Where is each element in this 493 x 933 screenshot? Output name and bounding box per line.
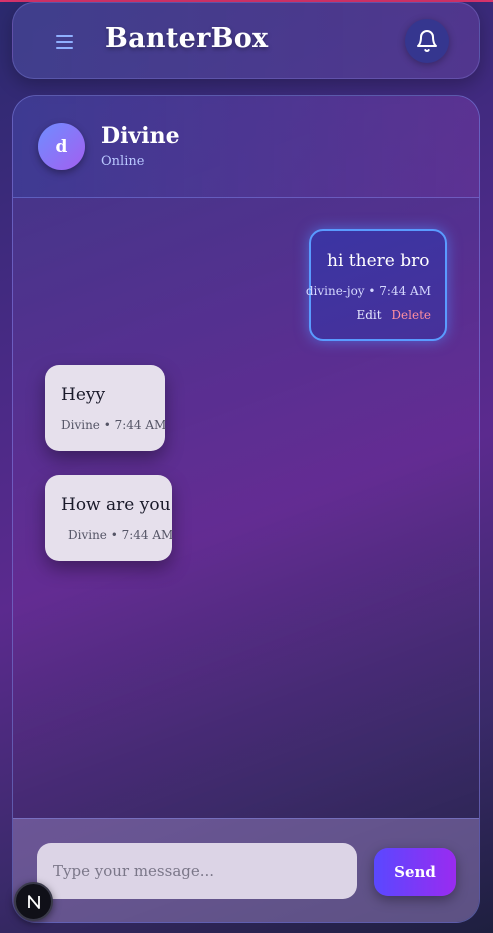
message-text: hi there bro (327, 251, 430, 271)
chat-header: d Divine Online (13, 96, 479, 198)
hamburger-menu-icon[interactable] (53, 33, 77, 53)
message-bubble-incoming: How are you Divine • 7:44 AM (45, 475, 174, 561)
message-text: How are you (61, 495, 171, 515)
delete-message-button[interactable]: Delete (391, 308, 431, 322)
message-input[interactable] (37, 843, 357, 899)
message-meta: Divine • 7:44 AM (61, 418, 167, 432)
message-bubble-outgoing: hi there bro divine-joy • 7:44 AM Edit D… (305, 229, 447, 341)
message-meta: Divine • 7:44 AM (68, 528, 174, 542)
message-composer: Send (13, 818, 479, 922)
edit-message-button[interactable]: Edit (356, 308, 381, 322)
dev-tools-badge[interactable] (14, 882, 53, 921)
top-navbar: BanterBox (12, 2, 480, 79)
message-bubble-incoming: Heyy Divine • 7:44 AM (45, 365, 167, 451)
app-title: BanterBox (105, 23, 269, 54)
status-text: Online (101, 154, 145, 169)
notification-button[interactable] (405, 19, 449, 63)
message-meta: divine-joy • 7:44 AM (305, 284, 431, 298)
chat-panel: d Divine Online hi there bro divine-joy … (12, 95, 480, 923)
send-button[interactable]: Send (374, 848, 456, 896)
bell-icon (417, 30, 437, 52)
nextjs-logo-icon (27, 894, 40, 909)
message-actions: Edit Delete (356, 308, 431, 322)
message-text: Heyy (61, 385, 106, 405)
message-list[interactable]: hi there bro divine-joy • 7:44 AM Edit D… (13, 198, 479, 818)
contact-name: Divine (101, 123, 180, 149)
avatar[interactable]: d (38, 123, 85, 170)
